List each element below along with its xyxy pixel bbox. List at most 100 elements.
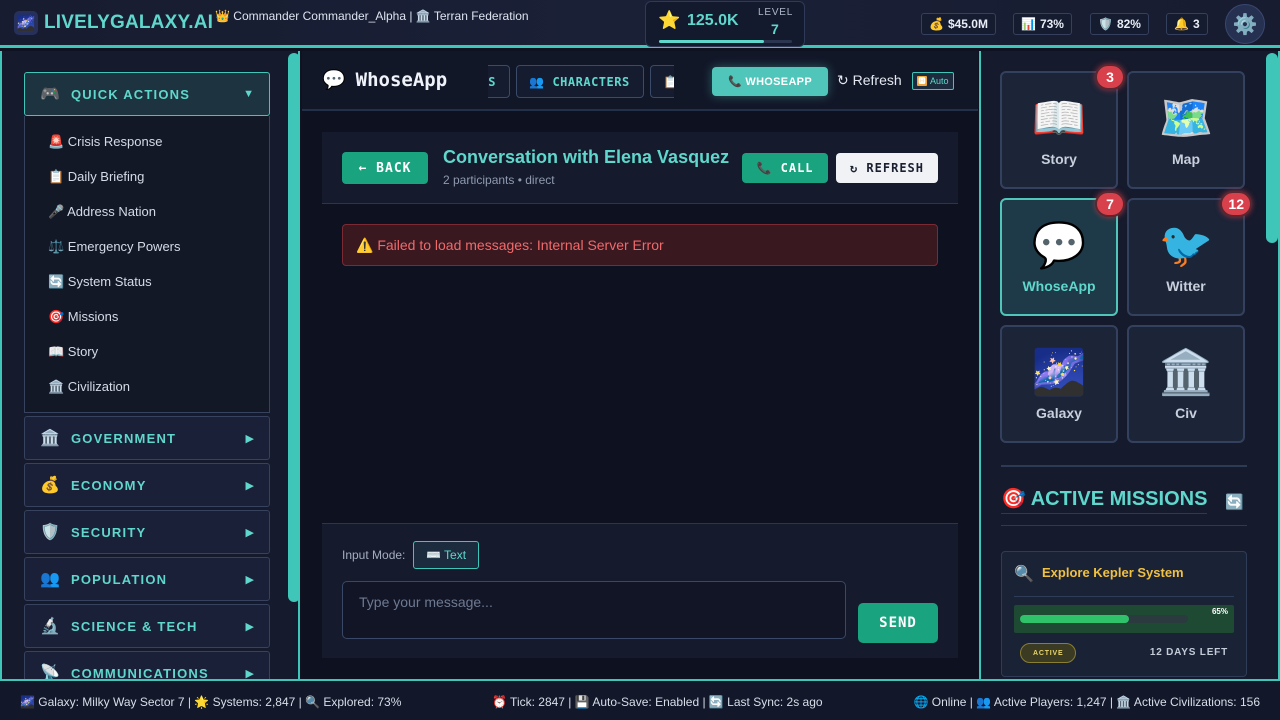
message-input[interactable] <box>342 581 846 639</box>
refresh-icon[interactable]: 🔄 <box>1225 493 1244 511</box>
quick-item-crisis-response[interactable]: 🚨 Crisis Response <box>48 134 162 150</box>
tab-label: S <box>488 74 496 89</box>
error-message: ⚠️ Failed to load messages: Internal Ser… <box>342 224 938 266</box>
magnifier-icon: 🔍 <box>1014 566 1034 583</box>
chevron-right-icon: ▶ <box>245 667 254 680</box>
quick-item-emergency-powers[interactable]: ⚖️ Emergency Powers <box>48 239 181 255</box>
shield-icon: 🛡️ <box>1098 17 1113 31</box>
category-communications[interactable]: 📡 COMMUNICATIONS ▶ <box>24 651 270 679</box>
notification-badge: 3 <box>1095 64 1125 90</box>
system-status: ⏰ Tick: 2847 | 💾 Auto-Save: Enabled | 🔄 … <box>492 695 823 709</box>
message-composer: Input Mode: ⌨️ Text SEND <box>322 523 958 658</box>
whoseapp-button[interactable]: 📞 WHOSEAPP <box>712 67 828 96</box>
chevron-right-icon: ▶ <box>245 526 254 539</box>
treasury-stat[interactable]: 💰 $45.0M <box>921 13 996 35</box>
people-icon: 👥 <box>529 74 545 89</box>
refresh-button[interactable]: ↻ REFRESH <box>836 153 938 183</box>
notifications-stat[interactable]: 🔔 3 <box>1166 13 1208 35</box>
chevron-down-icon: ▼ <box>243 88 254 100</box>
quick-item-civilization[interactable]: 🏛️ Civilization <box>48 379 130 395</box>
level-label: LEVEL <box>758 7 794 18</box>
sidebar-scrollbar[interactable] <box>288 53 300 602</box>
chevron-right-icon: ▶ <box>245 432 254 445</box>
tile-label: Witter <box>1166 278 1206 294</box>
tab-strip: S 👥 CHARACTERS 📋 <box>488 64 674 100</box>
government-icon: 🏛️ <box>40 430 60 447</box>
category-science-tech[interactable]: 🔬 SCIENCE & TECH ▶ <box>24 604 270 648</box>
conversation-title: Conversation with Elena Vasquez <box>443 147 730 167</box>
category-population[interactable]: 👥 POPULATION ▶ <box>24 557 270 601</box>
input-mode-button[interactable]: ⌨️ Text <box>413 541 480 569</box>
app-header: 💬 WhoseApp S 👥 CHARACTERS 📋 📞 WHOSEAPP ↻… <box>302 51 978 111</box>
category-label: SCIENCE & TECH <box>71 618 198 634</box>
mission-card[interactable]: 🔍 Explore Kepler System 65% ACTIVE 12 DA… <box>1001 551 1247 677</box>
category-label: SECURITY <box>71 524 147 540</box>
app-title-text: WhoseApp <box>355 68 448 91</box>
back-button[interactable]: ← BACK <box>342 152 428 184</box>
logo-text: LIVELYGALAXY.AI <box>44 12 214 33</box>
chevron-right-icon: ▶ <box>245 479 254 492</box>
government-icon: 🏛️ <box>1158 348 1214 397</box>
clipboard-icon: 📋 <box>663 74 674 89</box>
quick-item-story[interactable]: 📖 Story <box>48 344 98 360</box>
xp-panel: ⭐ 125.0K LEVEL 7 <box>645 1 805 47</box>
category-label: COMMUNICATIONS <box>71 665 209 680</box>
app-tile-witter[interactable]: 🐦 Witter 12 <box>1127 191 1252 316</box>
mission-progress-fill <box>1020 615 1130 623</box>
notification-badge: 7 <box>1095 191 1125 217</box>
top-bar: 🌌 LIVELYGALAXY.AI 👑 Commander Commander_… <box>0 0 1280 48</box>
galaxy-status: 🌌 Galaxy: Milky Way Sector 7 | 🌟 Systems… <box>20 695 402 709</box>
auto-label: Auto <box>930 76 949 86</box>
app-tile-civ[interactable]: 🏛️ Civ <box>1127 325 1245 443</box>
category-quick-actions[interactable]: 🎮 QUICK ACTIONS ▼ <box>24 72 270 116</box>
star-icon: ⭐ <box>658 10 681 30</box>
xp-value: 125.0K <box>687 12 739 29</box>
app-tile-map[interactable]: 🗺️ Map <box>1127 71 1245 189</box>
app-tile-whoseapp[interactable]: 💬 WhoseApp 7 <box>1000 191 1125 316</box>
tab-partial[interactable]: S <box>488 65 510 98</box>
call-button[interactable]: 📞 CALL <box>742 153 828 183</box>
tile-label: Map <box>1172 151 1200 167</box>
category-economy[interactable]: 💰 ECONOMY ▶ <box>24 463 270 507</box>
app-title: 💬 WhoseApp <box>322 68 448 92</box>
app-tile-story[interactable]: 📖 Story 3 <box>1000 64 1125 189</box>
map-icon: 🗺️ <box>1158 94 1214 143</box>
refresh-link[interactable]: ↻ Refresh <box>837 72 902 89</box>
notification-badge: 12 <box>1220 191 1252 217</box>
send-button[interactable]: SEND <box>858 603 938 643</box>
tab-clipboard[interactable]: 📋 <box>650 65 674 98</box>
security-stat[interactable]: 🛡️ 82% <box>1090 13 1149 35</box>
quick-item-address-nation[interactable]: 🎤 Address Nation <box>48 204 156 220</box>
divider <box>1014 596 1234 597</box>
money-bag-icon: 💰 <box>929 17 944 31</box>
security-value: 82% <box>1116 17 1141 31</box>
category-label: POPULATION <box>71 571 168 587</box>
tab-label: CHARACTERS <box>552 74 630 89</box>
category-government[interactable]: 🏛️ GOVERNMENT ▶ <box>24 416 270 460</box>
tile-label: Story <box>1041 151 1077 167</box>
category-label: GOVERNMENT <box>71 430 177 446</box>
level-value: 7 <box>771 21 779 37</box>
settings-button[interactable]: ⚙️ <box>1225 4 1265 44</box>
approval-stat[interactable]: 📊 73% <box>1013 13 1072 35</box>
satellite-icon: 📡 <box>40 665 60 679</box>
chevron-right-icon: ▶ <box>245 620 254 633</box>
quick-item-missions[interactable]: 🎯 Missions <box>48 309 118 325</box>
category-security[interactable]: 🛡️ SECURITY ▶ <box>24 510 270 554</box>
logo[interactable]: 🌌 LIVELYGALAXY.AI <box>14 10 213 36</box>
chevron-right-icon: ▶ <box>245 573 254 586</box>
quick-item-system-status[interactable]: 🔄 System Status <box>48 274 152 290</box>
right-panel-scrollbar[interactable] <box>1266 53 1278 243</box>
bird-icon: 🐦 <box>1158 221 1214 270</box>
galaxy-icon: 🌌 <box>14 11 38 35</box>
mission-progress-label: 65% <box>1211 607 1228 616</box>
mission-progress-track <box>1020 615 1188 623</box>
category-label: ECONOMY <box>71 477 147 493</box>
app-tile-galaxy[interactable]: 🌌 Galaxy <box>1000 325 1118 443</box>
book-icon: 📖 <box>1031 94 1087 143</box>
tab-characters[interactable]: 👥 CHARACTERS <box>516 65 644 98</box>
gear-icon: ⚙️ <box>1232 13 1258 36</box>
gamepad-icon: 🎮 <box>40 86 60 103</box>
quick-item-daily-briefing[interactable]: 📋 Daily Briefing <box>48 169 144 185</box>
auto-refresh-toggle[interactable]: 🅷 Auto <box>912 72 954 90</box>
